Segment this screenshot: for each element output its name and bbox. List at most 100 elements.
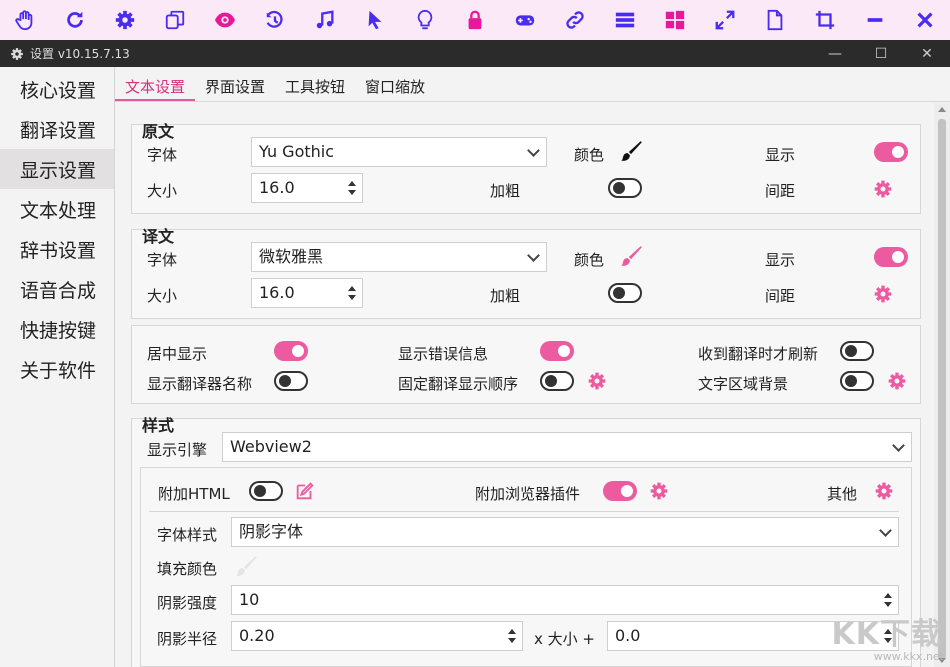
original-show-toggle[interactable] — [874, 142, 908, 162]
window-minimize-button[interactable]: — — [812, 40, 858, 67]
other-gear-icon[interactable] — [874, 481, 894, 501]
history-icon[interactable] — [250, 0, 300, 40]
tab-bar: 文本设置 界面设置 工具按钮 窗口缩放 — [115, 75, 435, 101]
show-error-toggle[interactable] — [540, 341, 574, 361]
render-engine-label: 显示引擎 — [147, 441, 208, 459]
scroll-up-icon[interactable] — [938, 107, 946, 112]
text-area-bg-gear-icon[interactable] — [887, 371, 907, 391]
fixed-order-gear-icon[interactable] — [587, 371, 607, 391]
sidebar-item-dictionary[interactable]: 辞书设置 — [0, 229, 114, 269]
sidebar-item-core[interactable]: 核心设置 — [0, 69, 114, 109]
extra-html-toggle[interactable] — [249, 481, 283, 501]
tab-divider — [115, 101, 950, 102]
browser-plugin-toggle[interactable] — [603, 481, 637, 501]
bulb-icon[interactable] — [400, 0, 450, 40]
chevron-down-icon — [527, 144, 540, 157]
fill-color-brush-icon[interactable] — [233, 554, 259, 580]
center-display-label: 居中显示 — [147, 345, 208, 363]
translation-spacing-label: 间距 — [765, 287, 796, 305]
original-bold-toggle[interactable] — [608, 178, 642, 198]
original-font-select[interactable]: Yu Gothic — [251, 137, 547, 167]
music-icon[interactable] — [300, 0, 350, 40]
divider — [149, 511, 899, 512]
list-icon[interactable] — [600, 0, 650, 40]
tab-text-settings[interactable]: 文本设置 — [115, 75, 196, 101]
render-engine-value: Webview2 — [230, 437, 312, 456]
style-group-title: 样式 — [142, 416, 175, 435]
tab-ui-settings[interactable]: 界面设置 — [195, 75, 275, 101]
hand-icon[interactable] — [0, 0, 50, 40]
refresh-on-receive-toggle[interactable] — [840, 341, 874, 361]
vertical-scrollbar[interactable] — [934, 103, 950, 667]
gear-icon[interactable] — [100, 0, 150, 40]
refresh-icon[interactable] — [50, 0, 100, 40]
watermark-url: www.kkx.net — [873, 650, 944, 663]
translation-font-label: 字体 — [147, 251, 178, 269]
render-engine-select[interactable]: Webview2 — [222, 432, 912, 462]
font-style-select[interactable]: 阴影字体 — [231, 517, 899, 547]
gamepad-icon[interactable] — [500, 0, 550, 40]
shadow-radius-label: 阴影半径 — [157, 630, 218, 648]
edit-icon[interactable] — [294, 480, 316, 502]
original-size-stepper[interactable]: 16.0 — [251, 173, 363, 203]
sidebar-item-display[interactable]: 显示设置 — [0, 149, 114, 189]
tab-window-scale[interactable]: 窗口缩放 — [355, 75, 435, 101]
crop-icon[interactable] — [800, 0, 850, 40]
original-spacing-gear-icon[interactable] — [873, 179, 893, 199]
extra-html-label: 附加HTML — [158, 485, 230, 503]
chevron-down-icon — [892, 439, 905, 452]
translation-font-select[interactable]: 微软雅黑 — [251, 242, 547, 272]
show-translator-name-label: 显示翻译器名称 — [147, 375, 253, 393]
shadow-strength-value: 10 — [239, 590, 260, 609]
show-translator-name-toggle[interactable] — [274, 371, 308, 391]
window-maximize-button[interactable]: ☐ — [858, 40, 904, 67]
sidebar-item-hotkeys[interactable]: 快捷按键 — [0, 309, 114, 349]
browser-plugin-gear-icon[interactable] — [649, 481, 669, 501]
file-icon[interactable] — [750, 0, 800, 40]
expand-icon[interactable] — [700, 0, 750, 40]
translation-size-stepper[interactable]: 16.0 — [251, 278, 363, 308]
sidebar-item-about[interactable]: 关于软件 — [0, 349, 114, 389]
x-size-label: x 大小 + — [534, 630, 595, 648]
chevron-down-icon — [879, 524, 892, 537]
fixed-order-label: 固定翻译显示顺序 — [398, 375, 519, 393]
translation-spacing-gear-icon[interactable] — [873, 284, 893, 304]
shadow-radius-stepper[interactable]: 0.20 — [231, 621, 523, 651]
original-show-label: 显示 — [765, 146, 796, 164]
top-toolbar — [0, 0, 950, 40]
eye-icon[interactable] — [200, 0, 250, 40]
translation-bold-toggle[interactable] — [608, 283, 642, 303]
original-size-value: 16.0 — [259, 178, 295, 197]
other-label: 其他 — [827, 485, 858, 503]
display-options-group: 居中显示 显示错误信息 收到翻译时才刷新 显示翻译器名称 固定翻译显示顺序 文字… — [131, 325, 921, 404]
original-size-label: 大小 — [147, 182, 178, 200]
fixed-order-toggle[interactable] — [540, 371, 574, 391]
original-group-title: 原文 — [142, 122, 175, 141]
close-icon[interactable] — [900, 0, 950, 40]
sidebar-item-tts[interactable]: 语音合成 — [0, 269, 114, 309]
font-style-label: 字体样式 — [157, 526, 218, 544]
sidebar-item-translation[interactable]: 翻译设置 — [0, 109, 114, 149]
copy-icon[interactable] — [150, 0, 200, 40]
original-color-brush-icon[interactable] — [618, 139, 644, 165]
window-close-button[interactable]: ✕ — [904, 40, 950, 67]
translation-text-group: 译文 字体 微软雅黑 颜色 显示 大小 16.0 加粗 间距 — [131, 227, 921, 319]
minimize-icon[interactable] — [850, 0, 900, 40]
sidebar-item-text-processing[interactable]: 文本处理 — [0, 189, 114, 229]
lock-icon[interactable] — [450, 0, 500, 40]
original-text-group: 原文 字体 Yu Gothic 颜色 显示 大小 16.0 加粗 间距 — [131, 122, 921, 214]
translation-color-brush-icon[interactable] — [618, 244, 644, 270]
cursor-icon[interactable] — [350, 0, 400, 40]
shadow-strength-stepper[interactable]: 10 — [231, 585, 899, 615]
scroll-thumb[interactable] — [938, 119, 946, 659]
translation-show-toggle[interactable] — [874, 247, 908, 267]
text-area-bg-toggle[interactable] — [840, 371, 874, 391]
original-font-value: Yu Gothic — [259, 142, 335, 161]
original-spacing-label: 间距 — [765, 182, 796, 200]
link-icon[interactable] — [550, 0, 600, 40]
windows-icon[interactable] — [650, 0, 700, 40]
center-display-toggle[interactable] — [274, 341, 308, 361]
x-size-value: 0.0 — [615, 626, 641, 645]
tab-tool-buttons[interactable]: 工具按钮 — [275, 75, 355, 101]
show-error-label: 显示错误信息 — [398, 345, 489, 363]
